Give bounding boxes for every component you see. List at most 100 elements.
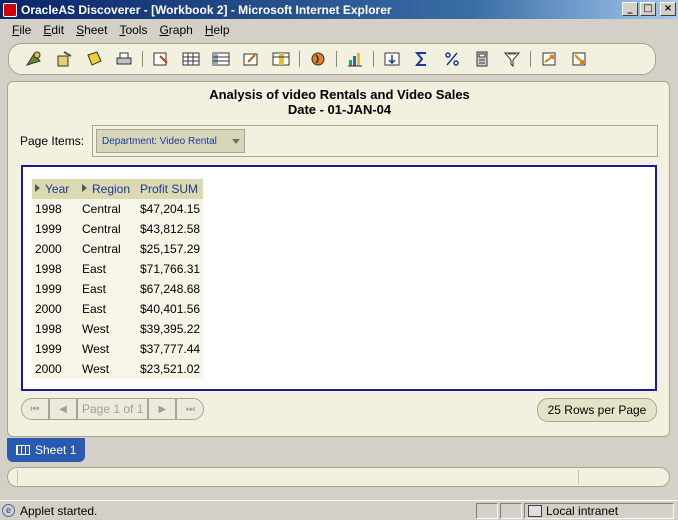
cell-profit: $39,395.22 xyxy=(137,319,204,339)
cell-region: East xyxy=(79,259,137,279)
window-title-bar: OracleAS Discoverer - [Workbook 2] - Mic… xyxy=(0,0,678,19)
scrollbar-divider xyxy=(17,470,18,484)
pagination-controls: ⏮ ◀ Page 1 of 1 ▶ ⏭ xyxy=(21,398,205,420)
menu-bar: File Edit Sheet Tools Graph Help xyxy=(0,20,678,40)
edit-sheet-icon[interactable] xyxy=(146,47,176,71)
first-page-button[interactable]: ⏮ xyxy=(21,398,49,420)
column-header-region[interactable]: Region xyxy=(79,179,137,199)
cell-profit: $37,777.44 xyxy=(137,339,204,359)
column-header-profit-sum[interactable]: Profit SUM xyxy=(137,179,204,199)
crosstab-layout-icon[interactable] xyxy=(206,47,236,71)
cell-region: West xyxy=(79,359,137,379)
expand-triangle-icon xyxy=(35,184,40,192)
table-layout-icon[interactable] xyxy=(176,47,206,71)
toolbar-separator xyxy=(299,51,300,67)
cell-profit: $25,157.29 xyxy=(137,239,204,259)
toolbar-separator xyxy=(336,51,337,67)
worksheet-area: Year Region Profit SUM 1998 Central $47,… xyxy=(21,165,657,391)
minimize-button[interactable]: _ xyxy=(622,2,638,16)
menu-file[interactable]: File xyxy=(6,23,37,37)
intranet-icon xyxy=(528,505,542,517)
save-icon[interactable] xyxy=(79,47,109,71)
menu-tools[interactable]: Tools xyxy=(113,23,153,37)
cell-year: 1999 xyxy=(32,339,79,359)
menu-sheet[interactable]: Sheet xyxy=(70,23,113,37)
drill-icon[interactable] xyxy=(303,47,333,71)
open-workbook-icon[interactable] xyxy=(19,47,49,71)
cell-region: West xyxy=(79,319,137,339)
cell-region: Central xyxy=(79,199,137,219)
status-bar: e Applet started. Local intranet xyxy=(0,500,678,520)
status-cell xyxy=(476,503,498,519)
toolbar xyxy=(8,43,656,75)
cell-year: 2000 xyxy=(32,299,79,319)
cell-year: 1998 xyxy=(32,259,79,279)
table-row: 1999 West $37,777.44 xyxy=(32,339,204,359)
crosstab-pivot-icon[interactable] xyxy=(266,47,296,71)
cell-year: 1998 xyxy=(32,199,79,219)
table-row: 1998 Central $47,204.15 xyxy=(32,199,204,219)
cell-year: 1998 xyxy=(32,319,79,339)
page-items-label: Page Items: xyxy=(20,134,85,148)
sheet-icon xyxy=(16,445,30,455)
cell-year: 1999 xyxy=(32,219,79,239)
menu-help[interactable]: Help xyxy=(199,23,236,37)
cell-profit: $71,766.31 xyxy=(137,259,204,279)
cell-profit: $47,204.15 xyxy=(137,199,204,219)
calculation-icon[interactable] xyxy=(467,47,497,71)
horizontal-scrollbar[interactable] xyxy=(7,467,670,487)
next-page-button[interactable]: ▶ xyxy=(148,398,177,420)
rank-icon[interactable] xyxy=(534,47,564,71)
export-icon[interactable] xyxy=(236,47,266,71)
rows-per-page-button[interactable]: 25 Rows per Page xyxy=(537,398,657,422)
previous-page-button[interactable]: ◀ xyxy=(49,398,77,420)
department-dropdown[interactable]: Department: Video Rental xyxy=(96,129,245,153)
toolbar-separator xyxy=(530,51,531,67)
new-workbook-icon[interactable] xyxy=(49,47,79,71)
report-title-date: Date - 01-JAN-04 xyxy=(287,102,392,117)
table-row: 1998 East $71,766.31 xyxy=(32,259,204,279)
graph-icon[interactable] xyxy=(340,47,370,71)
cell-region: Central xyxy=(79,239,137,259)
page-indicator: Page 1 of 1 xyxy=(77,398,149,420)
cell-profit: $43,812.58 xyxy=(137,219,204,239)
cell-profit: $40,401.56 xyxy=(137,299,204,319)
table-row: 1999 East $67,248.68 xyxy=(32,279,204,299)
data-table: Year Region Profit SUM 1998 Central $47,… xyxy=(32,179,204,379)
last-page-button[interactable]: ⏭ xyxy=(176,398,205,420)
cell-region: Central xyxy=(79,219,137,239)
column-header-year[interactable]: Year xyxy=(32,179,79,199)
cell-region: East xyxy=(79,279,137,299)
close-button[interactable]: × xyxy=(660,2,676,16)
toolbar-separator xyxy=(373,51,374,67)
tab-sheet-1[interactable]: Sheet 1 xyxy=(7,438,85,462)
workbook-panel: Analysis of video Rentals and Video Sale… xyxy=(7,81,670,437)
window-title: OracleAS Discoverer - [Workbook 2] - Mic… xyxy=(21,2,392,17)
print-icon[interactable] xyxy=(109,47,139,71)
menu-edit[interactable]: Edit xyxy=(37,23,70,37)
scrollbar-divider xyxy=(578,470,579,484)
chevron-down-icon xyxy=(232,139,240,144)
table-row: 2000 East $40,401.56 xyxy=(32,299,204,319)
cell-profit: $67,248.68 xyxy=(137,279,204,299)
browser-app-icon xyxy=(3,2,17,17)
sort-icon[interactable] xyxy=(377,47,407,71)
sum-icon[interactable] xyxy=(407,47,437,71)
exception-icon[interactable] xyxy=(564,47,594,71)
table-row: 2000 Central $25,157.29 xyxy=(32,239,204,259)
status-cell xyxy=(500,503,522,519)
cell-profit: $23,521.02 xyxy=(137,359,204,379)
report-title: Analysis of video Rentals and Video Sale… xyxy=(8,87,671,117)
cell-year: 1999 xyxy=(32,279,79,299)
filter-icon[interactable] xyxy=(497,47,527,71)
maximize-button[interactable]: □ xyxy=(640,2,656,16)
ie-page-icon: e xyxy=(2,504,15,517)
cell-year: 2000 xyxy=(32,359,79,379)
expand-triangle-icon xyxy=(82,184,87,192)
cell-region: East xyxy=(79,299,137,319)
menu-graph[interactable]: Graph xyxy=(153,23,198,37)
zone-label: Local intranet xyxy=(546,504,619,518)
percentage-icon[interactable] xyxy=(437,47,467,71)
sheet-tab-label: Sheet 1 xyxy=(35,443,77,457)
toolbar-separator xyxy=(142,51,143,67)
